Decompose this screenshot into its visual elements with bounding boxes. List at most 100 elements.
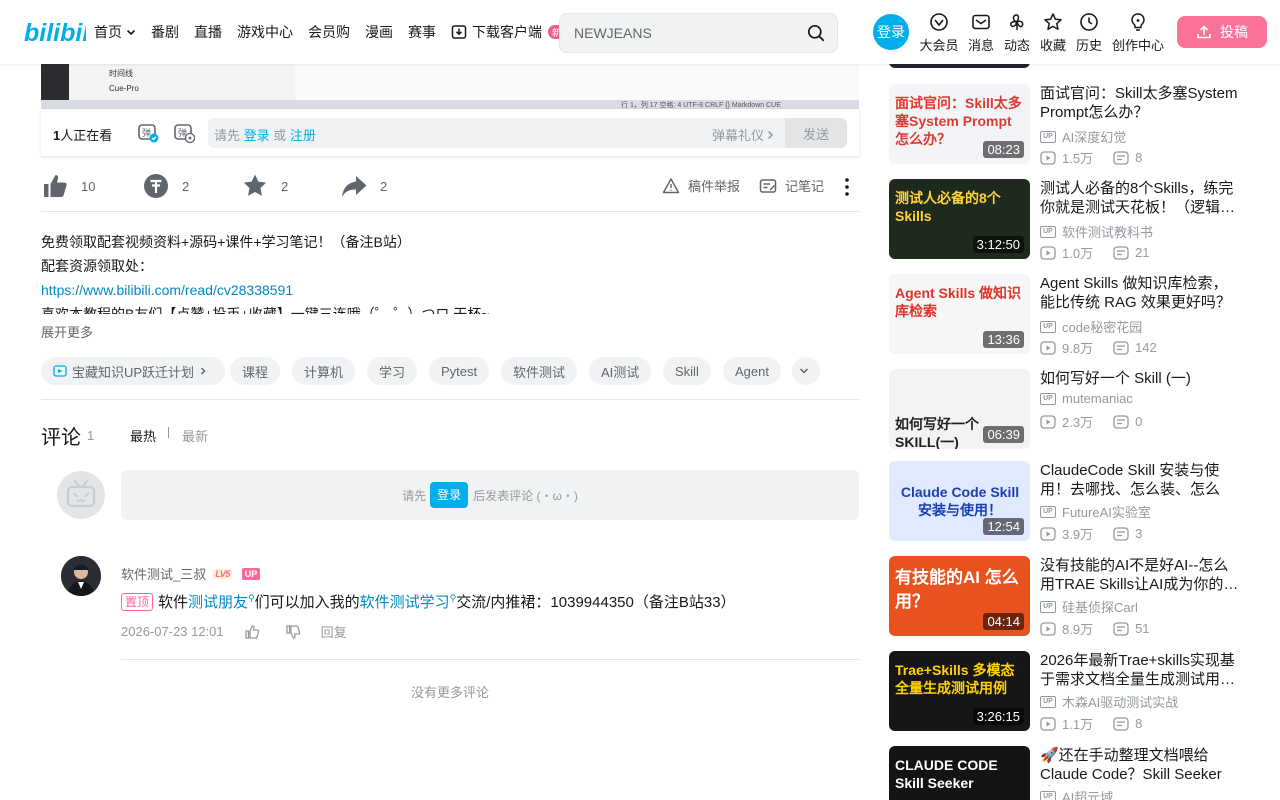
danmaku-login-link[interactable]: 登录 bbox=[244, 128, 270, 143]
video-author[interactable]: UP AI深度幻觉 bbox=[1040, 127, 1126, 146]
video-author[interactable]: UP 硅基侦探Carl bbox=[1040, 597, 1138, 616]
video-thumbnail[interactable]: Agent Skills 做知识库检索 13:36 bbox=[889, 274, 1030, 354]
video-thumbnail[interactable]: 有技能的AI 怎么用？ 04:14 bbox=[889, 556, 1030, 636]
video-author[interactable]: UP mutemaniac bbox=[1040, 391, 1133, 406]
reply-box[interactable]: 请先 登录 后发表评论 (・ω・) bbox=[121, 470, 859, 520]
entry-creator-center[interactable]: 创作中心 bbox=[1112, 12, 1164, 54]
video-thumbnail[interactable]: 面试官问：Skill太多塞System Prompt怎么办？ 08:23 bbox=[889, 84, 1030, 164]
video-title[interactable]: 面试官问：Skill太多塞System Prompt怎么办？ bbox=[1040, 84, 1240, 124]
video-title[interactable]: 2026年最新Trae+skills实现基于需求文档全量生成测试用… bbox=[1040, 651, 1240, 691]
search-button[interactable] bbox=[803, 20, 829, 46]
recommend-card[interactable]: 如何写好一个SKILL(一) 06:39 如何写好一个 Skill (一) UP… bbox=[889, 369, 1249, 449]
like-button[interactable]: 10 bbox=[41, 172, 95, 200]
video-author[interactable]: UP AI超元域 bbox=[1040, 787, 1113, 800]
more-options-icon[interactable] bbox=[843, 177, 851, 197]
video-thumbnail[interactable]: CLAUDE CODE Skill Seeker bbox=[889, 746, 1030, 800]
video-thumbnail[interactable]: Trae+Skills 多模态全量生成测试用例 3:26:15 bbox=[889, 651, 1030, 731]
description-link[interactable]: https://www.bilibili.com/read/cv28338591 bbox=[41, 278, 859, 302]
video-title[interactable]: ClaudeCode Skill 安装与使用！去哪找、怎么装、怎么用… bbox=[1040, 461, 1240, 501]
tag-item[interactable]: 课程 bbox=[230, 357, 281, 385]
comment-avatar[interactable] bbox=[61, 556, 101, 596]
reply-login-button[interactable]: 登录 bbox=[430, 482, 469, 508]
tag-item[interactable]: Agent bbox=[723, 357, 781, 385]
video-author[interactable]: UP FutureAI实验室 bbox=[1040, 502, 1151, 521]
video-title[interactable]: 🚀还在手动整理文档喂给Claude Code？Skill Seeker让… bbox=[1040, 746, 1240, 786]
entry-vip[interactable]: 大会员 bbox=[917, 12, 961, 54]
comment-reply-button[interactable]: 回复 bbox=[321, 622, 347, 641]
up-icon: UP bbox=[1040, 225, 1056, 238]
comment-dislike-icon[interactable] bbox=[285, 624, 301, 640]
tag-item[interactable]: Skill bbox=[663, 357, 711, 385]
note-button[interactable]: 记笔记 bbox=[759, 176, 824, 195]
recommend-card[interactable]: Agent Skills 做知识库检索 13:36 Agent Skills 做… bbox=[889, 274, 1249, 356]
nav-manga[interactable]: 漫画 bbox=[365, 22, 393, 42]
sort-hot-tab[interactable]: 最热 bbox=[130, 426, 156, 445]
nav-home[interactable]: 首页 bbox=[94, 22, 136, 42]
expand-more-button[interactable]: 展开更多 bbox=[41, 322, 93, 341]
sort-separator bbox=[168, 427, 169, 438]
video-author[interactable]: UP code秘密花园 bbox=[1040, 317, 1142, 336]
nav-mall[interactable]: 会员购 bbox=[308, 22, 350, 42]
video-stats: 1.5万 8 bbox=[1040, 148, 1142, 167]
comment-search-link[interactable]: 测试朋友⚲ bbox=[188, 591, 255, 612]
recommend-card[interactable]: 面试官问：Skill太多塞System Prompt怎么办？ 08:23 面试官… bbox=[889, 84, 1249, 167]
section-divider bbox=[41, 399, 859, 400]
video-title[interactable]: Agent Skills 做知识库检索，能比传统 RAG 效果更好吗？ bbox=[1040, 274, 1240, 314]
up-icon: UP bbox=[1040, 790, 1056, 800]
recommend-list: 面试官问：Skill太多塞System Prompt怎么办？ 08:23 面试官… bbox=[889, 0, 1249, 800]
tags-more-button[interactable] bbox=[792, 357, 820, 385]
danmaku-input[interactable]: 请先 登录 或 注册 弹幕礼仪 发送 bbox=[208, 118, 847, 148]
video-title[interactable]: 没有技能的AI不是好AI--怎么用TRAE Skills让AI成为你的… bbox=[1040, 556, 1240, 596]
upload-button[interactable]: 投稿 bbox=[1177, 16, 1267, 48]
comment-search-link[interactable]: 软件测试学习⚲ bbox=[360, 591, 457, 612]
comment-username[interactable]: 软件测试_三叔 bbox=[121, 564, 206, 583]
chevron-down-icon bbox=[126, 29, 136, 36]
danmaku-send-button[interactable]: 发送 bbox=[785, 118, 847, 148]
entry-history[interactable]: 历史 bbox=[1067, 12, 1111, 54]
search-icon: ⚲ bbox=[449, 593, 457, 603]
tag-item[interactable]: 软件测试 bbox=[501, 357, 578, 385]
favorite-button[interactable]: 2 bbox=[241, 172, 288, 200]
bulb-icon bbox=[1131, 13, 1145, 31]
tag-activity[interactable]: 宝藏知识UP跃迁计划 bbox=[41, 357, 226, 385]
sort-new-tab[interactable]: 最新 bbox=[182, 426, 208, 445]
nav-game-center[interactable]: 游戏中心 bbox=[237, 22, 293, 42]
tag-item[interactable]: 学习 bbox=[367, 357, 418, 385]
video-author[interactable]: UP 木森AI驱动测试实战 bbox=[1040, 692, 1178, 711]
share-button[interactable]: 2 bbox=[340, 172, 387, 200]
bilibili-logo[interactable]: bilibili bbox=[24, 17, 86, 47]
windmill-icon bbox=[1010, 14, 1024, 30]
coin-button[interactable]: 2 bbox=[142, 172, 189, 200]
report-button[interactable]: 稿件举报 bbox=[662, 176, 740, 195]
danmaku-settings-icon[interactable]: 弹 bbox=[173, 122, 195, 144]
search-input[interactable] bbox=[568, 18, 798, 48]
nav-bangumi[interactable]: 番剧 bbox=[151, 22, 179, 42]
danmaku-etiquette-link[interactable]: 弹幕礼仪 bbox=[712, 125, 776, 144]
chevron-right-icon bbox=[767, 130, 774, 139]
recommend-card[interactable]: Claude Code Skill 安装与使用！ 12:54 ClaudeCod… bbox=[889, 461, 1249, 542]
danmaku-register-link[interactable]: 注册 bbox=[290, 128, 316, 143]
tag-item[interactable]: AI测试 bbox=[589, 357, 652, 385]
recommend-card[interactable]: CLAUDE CODE Skill Seeker 🚀还在手动整理文档喂给Clau… bbox=[889, 746, 1249, 800]
nav-download-client[interactable]: 下载客户端 新 bbox=[451, 22, 565, 42]
video-thumbnail[interactable]: 如何写好一个SKILL(一) 06:39 bbox=[889, 369, 1030, 449]
recommend-card[interactable]: Trae+Skills 多模态全量生成测试用例 3:26:15 2026年最新T… bbox=[889, 651, 1249, 732]
nav-match[interactable]: 赛事 bbox=[408, 22, 436, 42]
comment-user[interactable]: 软件测试_三叔 LV5 UP bbox=[121, 564, 261, 583]
video-player[interactable]: 时间线 Cue-Pro 行 1，列 17 空格: 4 UTF-8 CRLF {}… bbox=[41, 64, 859, 109]
no-more-comments: 没有更多评论 bbox=[411, 685, 490, 700]
tag-item[interactable]: Pytest bbox=[429, 357, 490, 385]
recommend-card[interactable]: 有技能的AI 怎么用？ 04:14 没有技能的AI不是好AI--怎么用TRAE … bbox=[889, 556, 1249, 637]
tag-item[interactable]: 计算机 bbox=[292, 357, 356, 385]
login-button[interactable]: 登录 bbox=[873, 14, 909, 50]
video-author[interactable]: UP 软件测试教科书 bbox=[1040, 222, 1153, 241]
danmaku-toggle-icon[interactable]: 弹 bbox=[137, 122, 159, 144]
up-icon: UP bbox=[1040, 320, 1056, 333]
video-title[interactable]: 测试人必备的8个Skills，练完你就是测试天花板！（逻辑… bbox=[1040, 179, 1240, 219]
recommend-card[interactable]: 测试人必备的8个Skills 3:12:50 测试人必备的8个Skills，练完… bbox=[889, 179, 1249, 261]
comment-like-icon[interactable] bbox=[244, 624, 260, 640]
thumbnail-text: 测试人必备的8个Skills bbox=[895, 190, 1001, 224]
video-thumbnail[interactable]: Claude Code Skill 安装与使用！ 12:54 bbox=[889, 461, 1030, 541]
nav-live[interactable]: 直播 bbox=[194, 22, 222, 42]
video-thumbnail[interactable]: 测试人必备的8个Skills 3:12:50 bbox=[889, 179, 1030, 259]
